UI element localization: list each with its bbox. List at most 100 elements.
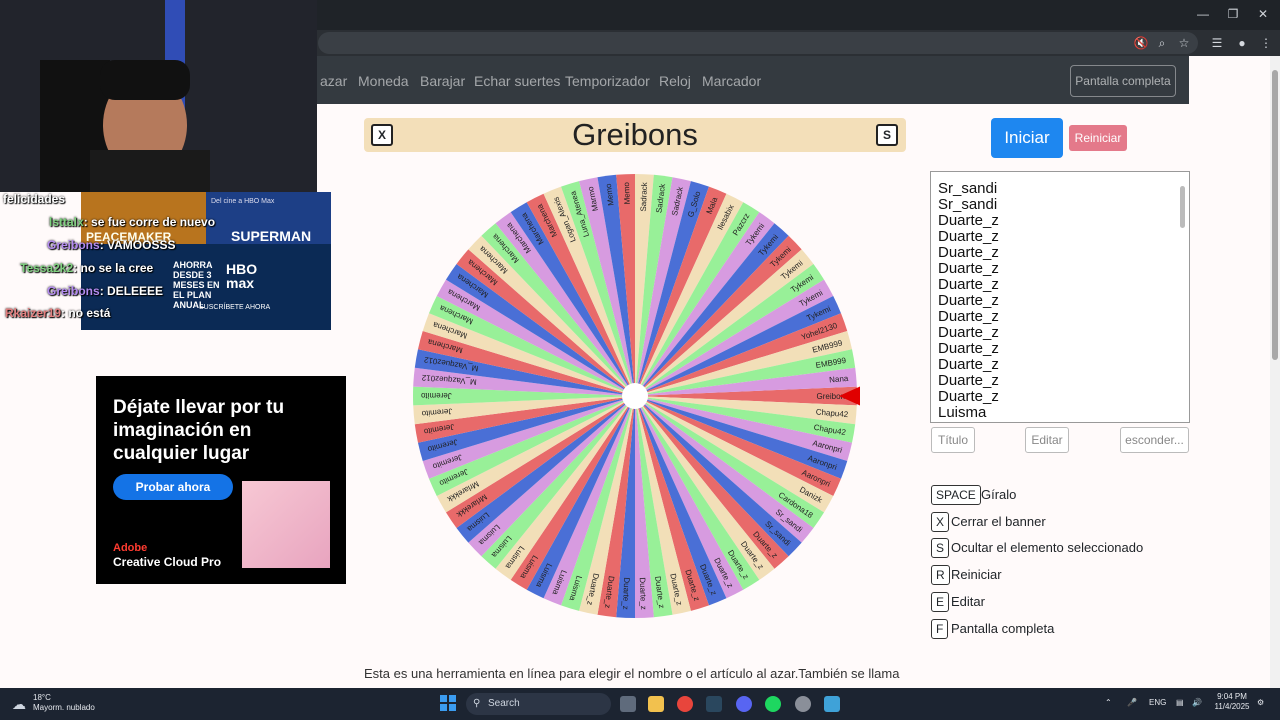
mute-icon[interactable]: 🔇: [1132, 34, 1150, 52]
wheel-title[interactable]: Greibons: [364, 118, 906, 152]
page-scroll-thumb[interactable]: [1272, 70, 1278, 360]
notification-icon[interactable]: ⚙: [1257, 698, 1264, 707]
chat-message: Rkaizer19: no está: [3, 306, 110, 320]
nav-link-marcador[interactable]: Marcador: [702, 73, 761, 89]
taskbar: ☁ 18°C Mayorm. nublado ⚲ Search ⌃ 🎤 ENG …: [0, 688, 1280, 720]
chat-user: Rkaizer19: [5, 306, 62, 320]
url-field[interactable]: [318, 32, 1198, 54]
chrome-icon[interactable]: [677, 696, 693, 712]
adobe-logo: Adobe: [113, 542, 148, 554]
volume-icon[interactable]: 🔊: [1192, 698, 1202, 707]
chat-user: Greibons: [47, 284, 100, 298]
chat-ad-top: Del cine a HBO Max: [211, 198, 275, 205]
chat-message: Greibons: VAMOOSSS: [3, 238, 175, 252]
edit-button[interactable]: Editar: [1025, 427, 1069, 453]
minimize-icon[interactable]: —: [1188, 4, 1218, 24]
name-entry: Luisma: [938, 404, 987, 421]
wheel-label: Duarte_z: [638, 577, 648, 610]
name-entry: Duarte_z: [938, 292, 999, 309]
name-entry: Duarte_z: [938, 212, 999, 229]
wheel-hub: [622, 383, 648, 409]
name-entry: Sr_sandi: [938, 180, 998, 197]
name-entry: Duarte_z: [938, 324, 999, 341]
profile-avatar[interactable]: ●: [1233, 34, 1251, 52]
spin-wheel[interactable]: GreibonsChapu42Chapu42AaronpriAaronpriAa…: [410, 171, 860, 621]
taskbar-clock[interactable]: 9:04 PM 11/4/2025: [1212, 692, 1252, 712]
reset-button[interactable]: Reiniciar: [1069, 125, 1127, 151]
shortcut-key: X: [931, 512, 950, 532]
notepad-icon[interactable]: [824, 696, 840, 712]
name-entry: Duarte_z: [938, 340, 999, 357]
description-text: Esta es una herramienta en línea para el…: [364, 666, 900, 681]
chat-ad-right: SUPERMAN: [231, 228, 312, 244]
name-entry: Duarte_z: [938, 388, 999, 405]
chat-text: : DELEEEE: [99, 284, 164, 298]
file-explorer-icon[interactable]: [648, 696, 664, 712]
shortcut-key: F: [931, 619, 949, 639]
webcam-overlay: [0, 0, 317, 192]
adobe-ad[interactable]: Déjate llevar por tu imaginación en cual…: [96, 376, 346, 584]
chat-message: Greibons: DELEEEE: [3, 284, 163, 298]
chat-message: lsttalx: se fue corre de nuevo: [3, 215, 215, 229]
nav-link-moneda[interactable]: Moneda: [358, 73, 409, 89]
chat-overlay: Del cine a HBO Max PEACEMAKER SUPERMAN A…: [0, 192, 331, 330]
obs-icon[interactable]: [795, 696, 811, 712]
nav-link-barajar[interactable]: Barajar: [420, 73, 465, 89]
chat-user: lsttalx: [49, 215, 84, 229]
chat-text: : VAMOOSSS: [99, 238, 176, 252]
microphone-icon[interactable]: 🎤: [1127, 698, 1137, 707]
steam-icon[interactable]: [706, 696, 722, 712]
playlist-icon[interactable]: ☰: [1208, 34, 1226, 52]
nav-link-azar[interactable]: azar: [320, 73, 347, 89]
page-scrollbar[interactable]: [1270, 56, 1280, 688]
tray-chevron-icon[interactable]: ⌃: [1105, 698, 1112, 707]
shortcut-key: E: [931, 592, 950, 612]
hide-button[interactable]: esconder...: [1120, 427, 1189, 453]
name-entry: Duarte_z: [938, 244, 999, 261]
hide-selected-button[interactable]: S: [876, 124, 898, 146]
ad-product: Creative Cloud Pro: [113, 555, 222, 569]
close-banner-button[interactable]: X: [371, 124, 393, 146]
name-entry: Duarte_z: [938, 260, 999, 277]
start-icon[interactable]: [440, 695, 456, 711]
ad-cta-button[interactable]: Probar ahora: [113, 474, 233, 500]
nav-link-reloj[interactable]: Reloj: [659, 73, 691, 89]
task-view-icon[interactable]: [620, 696, 636, 712]
nav-link-echar-suertes[interactable]: Echar suertes: [474, 73, 560, 89]
language-indicator[interactable]: ENG: [1149, 698, 1166, 707]
discord-icon[interactable]: [736, 696, 752, 712]
chat-text: : se fue corre de nuevo: [83, 215, 216, 229]
clock-date: 11/4/2025: [1214, 702, 1250, 711]
more-menu-icon[interactable]: ⋮: [1257, 34, 1275, 52]
weather-widget[interactable]: 18°C Mayorm. nublado: [33, 693, 95, 713]
names-textarea[interactable]: Sr_sandi Sr_sandi Duarte_z Duarte_z Duar…: [930, 171, 1190, 423]
wheel-label: Jeremito: [420, 391, 451, 400]
name-entry: Duarte_z: [938, 308, 999, 325]
shortcut-label: Cerrar el banner: [951, 514, 1046, 529]
search-icon: ⚲: [473, 698, 481, 709]
taskbar-search-label: Search: [488, 698, 520, 709]
spotify-icon[interactable]: [765, 696, 781, 712]
weather-temp: 18°C: [33, 693, 51, 702]
streamer-camera-image: [0, 0, 317, 192]
shortcut-key: R: [931, 565, 950, 585]
start-button[interactable]: Iniciar: [991, 118, 1063, 158]
title-button[interactable]: Título: [931, 427, 975, 453]
names-scrollbar[interactable]: [1179, 174, 1187, 418]
close-window-icon[interactable]: ✕: [1248, 4, 1278, 24]
chat-ad-mid: AHORRA DESDE 3 MESES EN EL PLAN ANUAL: [173, 260, 220, 310]
star-icon[interactable]: ☆: [1175, 34, 1193, 52]
network-icon[interactable]: ▤: [1176, 698, 1184, 707]
maximize-icon[interactable]: ❐: [1218, 4, 1248, 24]
chat-ad-cta: SUSCRÍBETE AHORA: [199, 304, 271, 311]
shortcut-label: Pantalla completa: [951, 621, 1055, 636]
zoom-icon[interactable]: ⌕: [1153, 34, 1171, 52]
weather-icon: ☁: [12, 696, 26, 712]
names-scroll-thumb[interactable]: [1180, 186, 1185, 228]
shortcut-label: Reiniciar: [951, 567, 1002, 582]
fullscreen-button[interactable]: Pantalla completa: [1070, 65, 1176, 97]
clock-time: 9:04 PM: [1217, 692, 1247, 701]
nav-link-temporizador[interactable]: Temporizador: [565, 73, 650, 89]
shortcut-label: Ocultar el elemento seleccionado: [951, 540, 1144, 555]
taskbar-search[interactable]: ⚲ Search: [466, 693, 611, 715]
